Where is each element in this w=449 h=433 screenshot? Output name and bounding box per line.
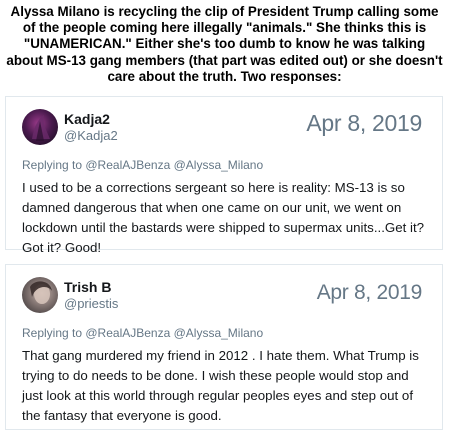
user-handle[interactable]: @Kadja2 [64, 128, 118, 143]
avatar[interactable] [22, 277, 58, 313]
avatar[interactable] [22, 109, 58, 145]
user-handle[interactable]: @priestis [64, 296, 118, 311]
tweet-text: That gang murdered my friend in 2012 . I… [22, 348, 419, 423]
tweet-date[interactable]: Apr 8, 2019 [306, 110, 422, 137]
replying-to: Replying to @RealAJBenza @Alyssa_Milano [22, 326, 264, 340]
tweet-date[interactable]: Apr 8, 2019 [317, 281, 423, 305]
replying-to: Replying to @RealAJBenza @Alyssa_Milano [22, 158, 264, 172]
display-name[interactable]: Trish B [64, 279, 111, 295]
headline-caption: Alyssa Milano is recycling the clip of P… [6, 4, 443, 84]
tweet-card[interactable]: Kadja2 @Kadja2 Apr 8, 2019 Replying to @… [5, 96, 443, 255]
display-name[interactable]: Kadja2 [64, 111, 110, 127]
tweet-card[interactable]: Trish B @priestis Apr 8, 2019 Replying t… [5, 264, 443, 430]
tweet-text: I used to be a corrections sergeant so h… [22, 180, 425, 255]
